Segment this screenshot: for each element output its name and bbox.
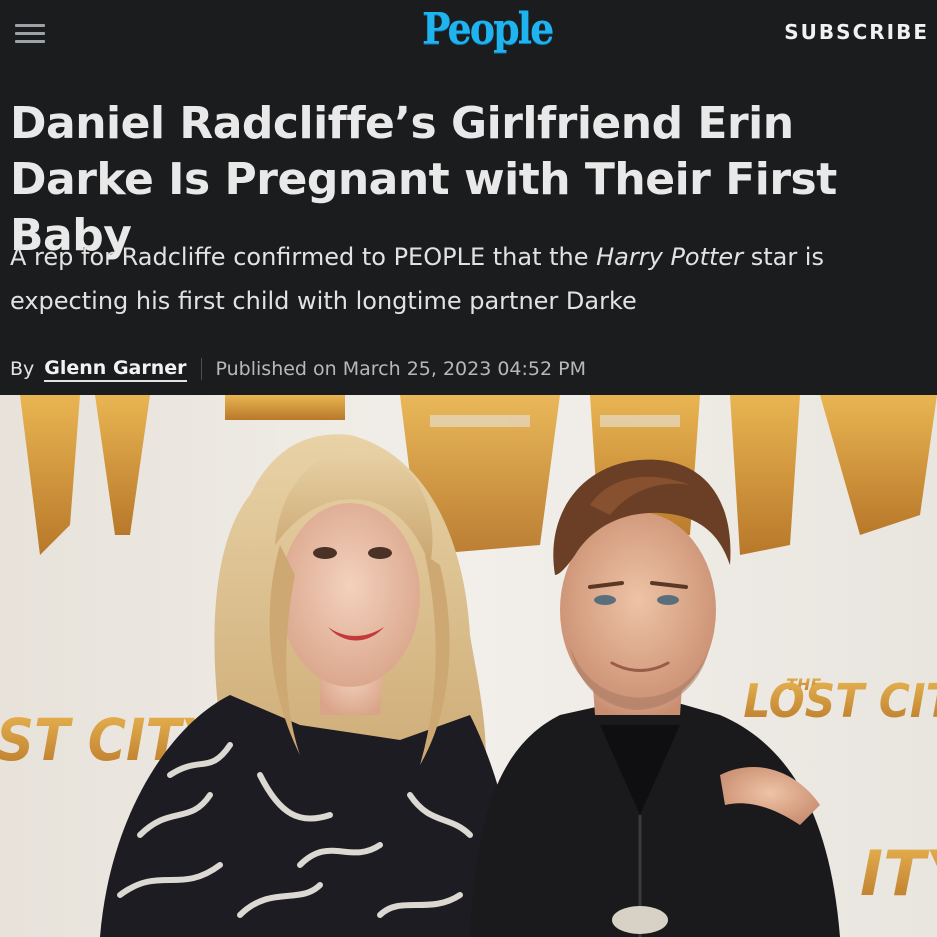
hero-photo-illustration: ST CITY THE LOST CIT ITY (0, 395, 937, 937)
article-dek: A rep for Radcliffe confirmed to PEOPLE … (10, 235, 910, 323)
hamburger-line (15, 32, 45, 35)
hamburger-line (15, 40, 45, 43)
subscribe-button[interactable]: SUBSCRIBE (784, 20, 929, 44)
author-link[interactable]: Glenn Garner (44, 357, 187, 382)
top-nav-bar: People SUBSCRIBE (0, 0, 937, 66)
hero-photo: ST CITY THE LOST CIT ITY (0, 395, 937, 937)
byline: By Glenn Garner Published on March 25, 2… (10, 354, 586, 384)
dek-italic-title: Harry Potter (596, 243, 744, 271)
hamburger-line (15, 24, 45, 27)
backdrop-text-bottom-right: ITY (860, 837, 937, 910)
byline-divider (200, 358, 202, 380)
hamburger-menu-icon[interactable] (15, 24, 45, 44)
site-logo[interactable]: People (422, 3, 554, 53)
backdrop-text-right: LOST CIT (743, 675, 937, 728)
publish-date: Published on March 25, 2023 04:52 PM (215, 358, 586, 380)
header-divider (0, 66, 937, 82)
woman-face (280, 503, 420, 687)
byline-prefix: By (10, 358, 35, 380)
dek-text-start: A rep for Radcliffe confirmed to PEOPLE … (10, 243, 597, 271)
